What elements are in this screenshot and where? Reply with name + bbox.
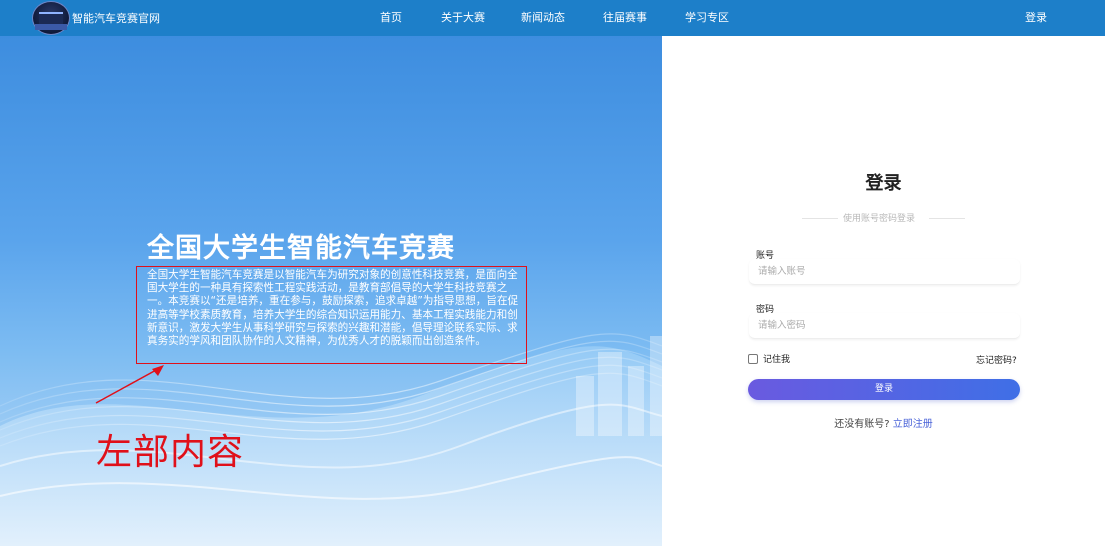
login-title: 登录: [865, 173, 902, 194]
nav-item-home[interactable]: 首页: [380, 0, 402, 36]
account-input[interactable]: [749, 259, 1020, 285]
divider-line: [929, 218, 965, 219]
remember-checkbox[interactable]: [748, 353, 758, 364]
annotation-highlight-box: [136, 266, 527, 364]
building-shape: [650, 336, 662, 436]
nav-item-past-events[interactable]: 往届赛事: [603, 0, 647, 36]
building-shape: [628, 366, 644, 436]
building-shape: [598, 352, 622, 436]
login-subtitle: 使用账号密码登录: [843, 214, 916, 224]
top-navbar: 智能汽车竞赛官网 首页 关于大赛 新闻动态 往届赛事 学习专区 登录: [0, 0, 1105, 36]
login-subtitle-row: 使用账号密码登录: [802, 211, 967, 225]
brand-title: 智能汽车竞赛官网: [72, 12, 160, 25]
remember-label: 记住我: [763, 355, 791, 365]
nav-item-learning[interactable]: 学习专区: [685, 0, 729, 36]
hero-title: 全国大学生智能汽车竞赛: [147, 233, 455, 264]
register-prompt: 还没有账号? 立即注册: [662, 415, 1105, 430]
building-shape: [576, 376, 594, 436]
annotation-arrow-icon: [95, 365, 164, 404]
nav-item-about[interactable]: 关于大赛: [441, 0, 485, 36]
hero-section: 全国大学生智能汽车竞赛 全国大学生智能汽车竞赛是以智能汽车为研究对象的创意性科技…: [0, 36, 662, 546]
remember-me[interactable]: 记住我: [748, 352, 790, 365]
brand-logo: [32, 1, 70, 35]
brand[interactable]: 智能汽车竞赛官网: [32, 1, 160, 35]
nav-item-news[interactable]: 新闻动态: [521, 0, 565, 36]
password-input[interactable]: [749, 313, 1020, 339]
register-link[interactable]: 立即注册: [893, 419, 933, 430]
login-panel: 登录 使用账号密码登录 账号 密码 记住我 忘记密码? 登录 还没有账号? 立即…: [662, 36, 1105, 546]
divider-line: [802, 218, 838, 219]
header-login-link[interactable]: 登录: [1025, 0, 1047, 36]
annotation-label: 左部内容: [96, 432, 245, 473]
no-account-text: 还没有账号?: [834, 419, 890, 430]
login-submit-button[interactable]: 登录: [748, 379, 1020, 400]
forgot-password-link[interactable]: 忘记密码?: [976, 353, 1017, 366]
